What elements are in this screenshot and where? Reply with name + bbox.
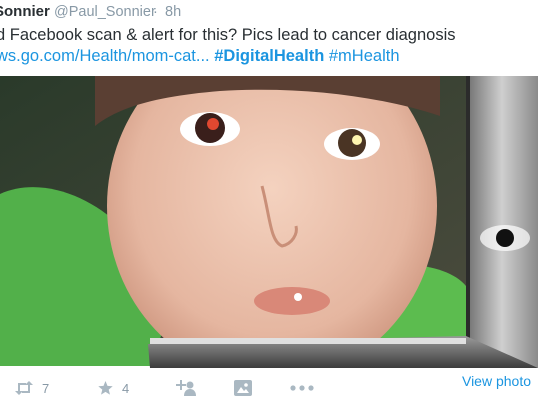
follow-user-icon bbox=[176, 380, 196, 396]
favorite-button[interactable]: 4 bbox=[97, 378, 129, 398]
author-name[interactable]: Sonnier bbox=[0, 3, 50, 20]
favorite-count: 4 bbox=[122, 380, 130, 396]
tweet-photo[interactable] bbox=[0, 76, 538, 368]
tweet-actions: 7 4 View photo bbox=[0, 372, 538, 404]
retweet-button[interactable]: 7 bbox=[14, 378, 49, 398]
more-options-icon bbox=[290, 385, 314, 391]
tweet-text: d Facebook scan & alert for this? Pics l… bbox=[0, 26, 456, 44]
favorite-star-icon bbox=[97, 380, 114, 396]
tweet-timestamp[interactable]: 8h bbox=[165, 4, 181, 20]
author-handle[interactable]: @Paul_Sonnier bbox=[54, 4, 156, 20]
retweet-count: 7 bbox=[42, 380, 50, 396]
follow-user-button[interactable] bbox=[176, 378, 196, 398]
separator-dot: · bbox=[153, 4, 158, 20]
more-options-button[interactable] bbox=[290, 378, 314, 398]
tweet-links-line: ws.go.com/Health/mom-cat... #DigitalHeal… bbox=[0, 47, 400, 66]
hashtag-digitalhealth[interactable]: #DigitalHealth bbox=[214, 47, 324, 65]
child-photo-image bbox=[0, 76, 538, 368]
photo-button[interactable] bbox=[234, 378, 252, 398]
hashtag-mhealth[interactable]: #mHealth bbox=[329, 47, 400, 65]
retweet-icon bbox=[14, 381, 34, 395]
view-photo-link[interactable]: View photo bbox=[462, 373, 531, 389]
photo-icon bbox=[234, 380, 252, 396]
article-link[interactable]: ws.go.com/Health/mom-cat... bbox=[0, 47, 210, 65]
